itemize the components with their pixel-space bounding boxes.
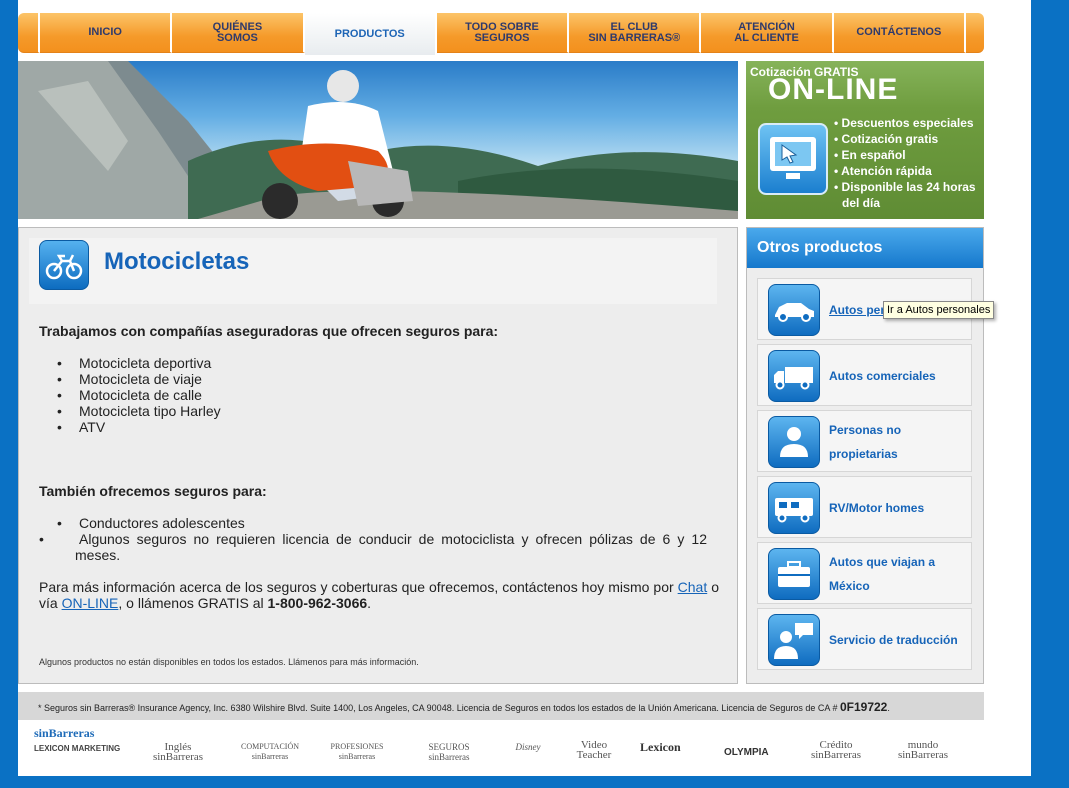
nav-tab-contactenos[interactable]: CONTÁCTENOS <box>833 13 966 53</box>
logo-video-teacher[interactable]: Video Teacher <box>572 740 616 761</box>
nav-tab-inicio[interactable]: INICIO <box>40 13 173 53</box>
main-nav: INICIO QUIÉNES SOMOS PRODUCTOS TODO SOBR… <box>18 13 984 55</box>
promo-title: ON-LINE <box>768 73 899 106</box>
rv-icon <box>768 482 820 534</box>
list-item: Motocicleta de calle <box>57 387 221 403</box>
main-content: Motocicletas Trabajamos con compañías as… <box>18 227 738 684</box>
motorcycle-rider-image <box>18 61 738 219</box>
product-label[interactable]: Servicio de traducción <box>829 609 967 671</box>
product-servicio-traduccion[interactable]: Servicio de traducción <box>757 608 972 670</box>
product-autos-mexico[interactable]: Autos que viajan a México <box>757 542 972 604</box>
product-personas-no-propietarias[interactable]: Personas no propietarias <box>757 410 972 472</box>
suitcase-icon <box>768 548 820 600</box>
nav-tab-el-club[interactable]: EL CLUB SIN BARRERAS® <box>569 13 702 53</box>
availability-note: Algunos productos no están disponibles e… <box>39 657 419 667</box>
online-link[interactable]: ON-LINE <box>62 595 119 611</box>
also-offer-text: También ofrecemos seguros para: <box>39 483 267 499</box>
nav-tab-productos[interactable]: PRODUCTOS <box>304 13 437 55</box>
other-products-sidebar: Otros productos Autos per Autos comercia… <box>746 227 984 684</box>
logo-sinbarreras[interactable]: sinBarreras <box>34 727 94 739</box>
product-label[interactable]: Autos comerciales <box>829 345 967 407</box>
chat-link[interactable]: Chat <box>678 579 708 595</box>
logo-mundo[interactable]: mundo sinBarreras <box>890 740 956 761</box>
hero-banner <box>18 61 738 219</box>
list-item: Conductores adolescentes <box>57 515 707 531</box>
logo-profesiones[interactable]: PROFESIONES sinBarreras <box>322 742 392 762</box>
logo-olympia[interactable]: OLYMPIA <box>724 748 769 758</box>
list-item: Motocicleta tipo Harley <box>57 403 221 419</box>
page-title: Motocicletas <box>104 248 250 275</box>
section-header: Motocicletas <box>29 238 717 304</box>
list-item: Algunos seguros no requieren licencia de… <box>57 531 707 563</box>
nav-tab-todo-sobre-seguros[interactable]: TODO SOBRE SEGUROS <box>436 13 570 53</box>
partner-logos: sinBarreras LEXICON MARKETING Inglés sin… <box>18 726 984 772</box>
nav-tab-atencion-cliente[interactable]: ATENCIÓN AL CLIENTE <box>701 13 834 53</box>
nav-cap-right <box>965 13 984 53</box>
list-item: Motocicleta deportiva <box>57 355 221 371</box>
logo-lexicon-marketing[interactable]: LEXICON MARKETING <box>34 744 120 754</box>
product-autos-comerciales[interactable]: Autos comerciales <box>757 344 972 406</box>
also-offer-list: Conductores adolescentes Algunos seguros… <box>57 515 707 563</box>
logo-lexicon[interactable]: Lexicon <box>640 741 681 753</box>
license-number: 0F19722 <box>839 700 888 714</box>
list-item: Motocicleta de viaje <box>57 371 221 387</box>
logo-computacion[interactable]: COMPUTACIÓN sinBarreras <box>234 742 306 762</box>
person-icon <box>768 416 820 468</box>
list-item: ATV <box>57 419 221 435</box>
product-rv-motor-homes[interactable]: RV/Motor homes <box>757 476 972 538</box>
product-label[interactable]: Personas no propietarias <box>829 411 967 473</box>
link-tooltip: Ir a Autos personales <box>883 301 995 319</box>
online-quote-promo[interactable]: Cotización GRATIS ON-LINE • Descuentos e… <box>746 61 984 219</box>
contact-info-text: Para más información acerca de los segur… <box>39 579 719 611</box>
product-label[interactable]: Autos que viajan a México <box>829 543 967 605</box>
motorcycle-types-list: Motocicleta deportiva Motocicleta de via… <box>57 355 221 435</box>
logo-seguros[interactable]: SEGUROS sinBarreras <box>414 742 484 762</box>
product-label[interactable]: RV/Motor homes <box>829 477 967 539</box>
logo-credito[interactable]: Crédito sinBarreras <box>806 740 866 761</box>
speech-person-icon <box>768 614 820 666</box>
nav-tab-quienes-somos[interactable]: QUIÉNES SOMOS <box>172 13 305 53</box>
sidebar-title: Otros productos <box>747 228 983 268</box>
logo-ingles[interactable]: Inglés sinBarreras <box>148 742 208 763</box>
footer-legal: * Seguros sin Barreras® Insurance Agency… <box>18 692 984 720</box>
intro-text: Trabajamos con compañías aseguradoras qu… <box>39 323 499 339</box>
motorcycle-icon <box>39 240 89 290</box>
promo-benefits: • Descuentos especiales • Cotización gra… <box>834 116 976 210</box>
phone-number: 1-800-962-3066 <box>267 595 368 611</box>
logo-disney[interactable]: Disney <box>508 742 548 752</box>
truck-icon <box>768 350 820 402</box>
nav-cap-left <box>18 13 40 53</box>
car-icon <box>768 284 820 336</box>
monitor-icon <box>758 123 828 195</box>
